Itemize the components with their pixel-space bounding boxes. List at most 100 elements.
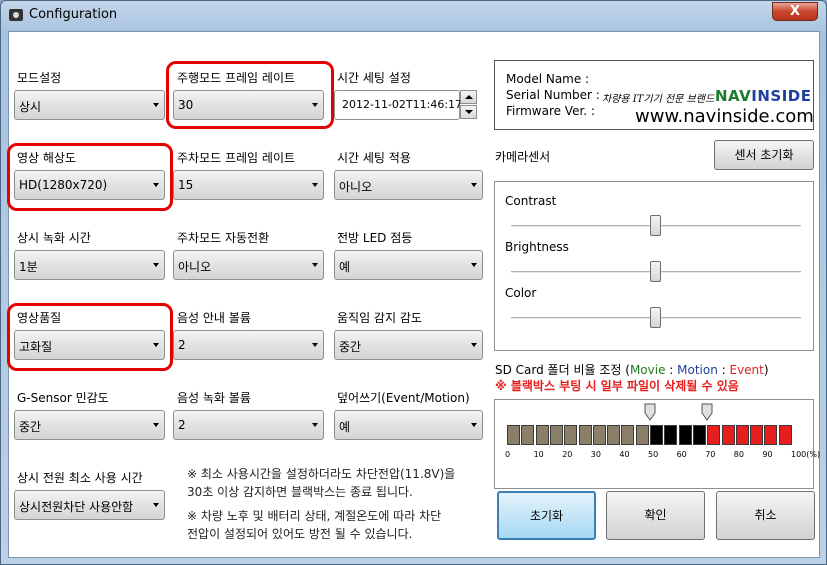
chevron-down-icon xyxy=(153,263,159,267)
contrast-slider[interactable] xyxy=(650,215,661,236)
cancel-button[interactable]: 취소 xyxy=(716,491,815,540)
ratio-tick-label: 60 xyxy=(676,450,687,459)
led-select[interactable]: 예 xyxy=(334,250,483,280)
note-line: 30초 이상 감지하면 블랙박스는 종료 됩니다. xyxy=(187,485,413,499)
mode-select[interactable]: 상시 xyxy=(14,90,165,120)
overwrite-select[interactable]: 예 xyxy=(334,410,483,440)
ratio-tick-label: 100(%) xyxy=(791,450,821,459)
datetime-spinner[interactable] xyxy=(460,90,478,120)
ratio-segment xyxy=(578,425,592,445)
park-fps-value: 15 xyxy=(178,178,194,192)
color-slider[interactable] xyxy=(650,307,661,328)
ratio-tick-label: 80 xyxy=(733,450,744,459)
chevron-down-icon xyxy=(312,423,318,427)
website-text: www.navinside.com xyxy=(635,106,814,127)
spin-down-button[interactable] xyxy=(460,105,477,119)
ratio-tick-label: 40 xyxy=(619,450,630,459)
datetime-field[interactable]: 2012-11-02T11:46:17 xyxy=(334,90,463,120)
ratio-segment xyxy=(521,425,535,445)
brightness-slider[interactable] xyxy=(650,261,661,282)
ratio-segment xyxy=(750,425,764,445)
ratio-segment xyxy=(535,425,549,445)
ratio-segment xyxy=(549,425,563,445)
device-info-panel: Model Name : Serial Number : Firmware Ve… xyxy=(494,60,814,130)
power-label: 상시 전원 최소 사용 시간 xyxy=(17,471,143,485)
power-select[interactable]: 상시전원차단 사용안함 xyxy=(14,490,165,520)
ratio-segment xyxy=(635,425,649,445)
datetime-value: 2012-11-02T11:46:17 xyxy=(342,98,463,111)
note-line: 전압이 설정되어 있어도 방전 될 수 있습니다. xyxy=(187,527,413,541)
contrast-label: Contrast xyxy=(505,194,557,208)
voice-guide-label: 음성 안내 볼륨 xyxy=(177,311,251,325)
motion-ratio-handle[interactable] xyxy=(701,403,713,421)
ok-button[interactable]: 확인 xyxy=(606,491,705,540)
voice-record-select[interactable]: 2 xyxy=(173,410,324,440)
ratio-segment xyxy=(621,425,635,445)
ratio-tick-label: 70 xyxy=(705,450,716,459)
sdcard-ratio-panel: 0 10 20 30 40 50 60 70 80 90 100(%) xyxy=(494,399,820,489)
chevron-down-icon xyxy=(471,423,477,427)
ratio-tick-label: 30 xyxy=(590,450,601,459)
ratio-tick-label: 0 xyxy=(505,450,511,459)
voice-record-value: 2 xyxy=(178,418,186,432)
highlight-quality xyxy=(7,303,173,371)
time-apply-select[interactable]: 아니오 xyxy=(334,170,483,200)
camera-sensor-panel: Contrast Brightness Color xyxy=(494,181,814,351)
ratio-segment xyxy=(678,425,692,445)
model-name-label: Model Name : xyxy=(506,72,590,86)
park-auto-select[interactable]: 아니오 xyxy=(173,250,324,280)
voice-guide-value: 2 xyxy=(178,338,186,352)
gsensor-label: G-Sensor 민감도 xyxy=(17,391,109,405)
park-fps-label: 주차모드 프레임 레이트 xyxy=(177,151,296,165)
ratio-segment xyxy=(507,425,520,445)
sdcard-title: SD Card 폴더 비율 조정 (Movie : Motion : Event… xyxy=(495,363,769,377)
time-apply-label: 시간 세팅 적용 xyxy=(337,151,411,165)
movie-ratio-handle[interactable] xyxy=(644,403,656,421)
chevron-down-icon xyxy=(153,503,159,507)
record-time-value: 1분 xyxy=(19,260,38,274)
chevron-down-icon xyxy=(471,263,477,267)
chevron-down-icon xyxy=(312,343,318,347)
spin-up-button[interactable] xyxy=(460,90,477,104)
chevron-down-icon xyxy=(153,103,159,107)
record-time-select[interactable]: 1분 xyxy=(14,250,165,280)
park-fps-select[interactable]: 15 xyxy=(173,170,324,200)
ratio-segment xyxy=(664,425,678,445)
reset-button[interactable]: 초기화 xyxy=(497,491,596,540)
gsensor-select[interactable]: 중간 xyxy=(14,410,165,440)
ratio-segment xyxy=(764,425,778,445)
ratio-segment xyxy=(778,425,792,445)
chevron-down-icon xyxy=(471,183,477,187)
voice-guide-select[interactable]: 2 xyxy=(173,330,324,360)
window-title: Configuration xyxy=(29,7,118,22)
ratio-segment xyxy=(650,425,663,445)
mode-label: 모드설정 xyxy=(17,71,62,85)
park-auto-label: 주차모드 자동전환 xyxy=(177,231,270,245)
close-button[interactable]: X xyxy=(772,2,818,21)
brand-tagline: 차량용 IT기기 전문 브랜드 xyxy=(602,94,715,105)
motion-sense-select[interactable]: 중간 xyxy=(334,330,483,360)
motion-sense-value: 중간 xyxy=(339,340,362,354)
chevron-down-icon xyxy=(471,343,477,347)
overwrite-value: 예 xyxy=(339,420,351,434)
notes: ※ 최소 사용시간을 설정하더라도 차단전압(11.8V)을 30초 이상 감지… xyxy=(187,465,455,543)
client-area: 모드설정 상시 영상 해상도 HD(1280x720) 상시 녹화 시간 1분 … xyxy=(7,31,820,558)
ratio-segment xyxy=(564,425,578,445)
highlight-drive-fps xyxy=(166,61,334,129)
brightness-label: Brightness xyxy=(505,240,569,254)
chevron-down-icon xyxy=(312,263,318,267)
navinside-logo: NAVINSIDE xyxy=(715,87,812,105)
configuration-window: Configuration X 모드설정 상시 영상 해상도 HD(1280x7… xyxy=(0,0,827,565)
sensor-reset-button[interactable]: 센서 초기화 xyxy=(714,140,814,170)
led-value: 예 xyxy=(339,260,351,274)
ratio-segment xyxy=(607,425,621,445)
camera-sensor-label: 카메라센서 xyxy=(495,150,551,164)
camera-icon xyxy=(9,9,23,21)
mode-value: 상시 xyxy=(19,100,42,114)
gsensor-value: 중간 xyxy=(19,420,42,434)
title-bar: Configuration X xyxy=(1,1,826,31)
ratio-segment xyxy=(592,425,606,445)
led-label: 전방 LED 점등 xyxy=(337,231,413,245)
ratio-segment xyxy=(692,425,706,445)
ratio-tick-label: 10 xyxy=(533,450,544,459)
